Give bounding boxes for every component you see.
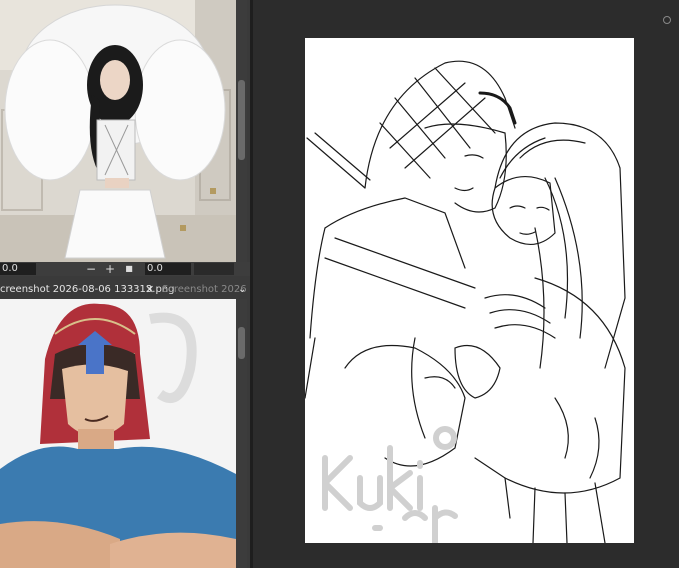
scrollbar-thumb[interactable] <box>238 80 245 160</box>
rotation-field[interactable]: 0.0 <box>0 263 36 275</box>
zoom-slider[interactable] <box>194 263 234 275</box>
scrollbar-thumb[interactable] <box>238 327 245 359</box>
canvas-area[interactable] <box>253 0 679 568</box>
tab-close-icon[interactable]: ✕ <box>145 281 154 298</box>
zoom-in-button[interactable]: + <box>103 262 117 276</box>
reference-toolbar: 0.0 − + ■ 0.0 <box>0 262 250 276</box>
reference-panel: 0.0 − + ■ 0.0 creenshot 2026-08-06 13331… <box>0 0 250 568</box>
lineart-sketch <box>305 60 626 543</box>
reference-bottom-scrollbar[interactable] <box>236 299 247 568</box>
hooded-man-illustration <box>0 299 236 568</box>
tab-menu-chevron-icon[interactable]: ⌄ <box>238 281 246 298</box>
reference-image-top[interactable] <box>0 0 236 262</box>
reference-image-bottom[interactable] <box>0 299 236 568</box>
zoom-field[interactable]: 0.0 <box>145 263 191 275</box>
canvas-options-icon[interactable] <box>663 16 671 24</box>
fur-outfit-photo <box>0 0 236 262</box>
drawing-canvas[interactable] <box>305 38 634 543</box>
tab-screenshot-2026[interactable]: Screenshot 2026 <box>162 281 247 298</box>
zoom-out-button[interactable]: − <box>84 262 98 276</box>
reference-top-scrollbar[interactable] <box>236 0 247 262</box>
fit-button[interactable]: ■ <box>122 262 136 276</box>
reference-tab-bar: creenshot 2026-08-06 133313.png ✕ Screen… <box>0 281 250 298</box>
